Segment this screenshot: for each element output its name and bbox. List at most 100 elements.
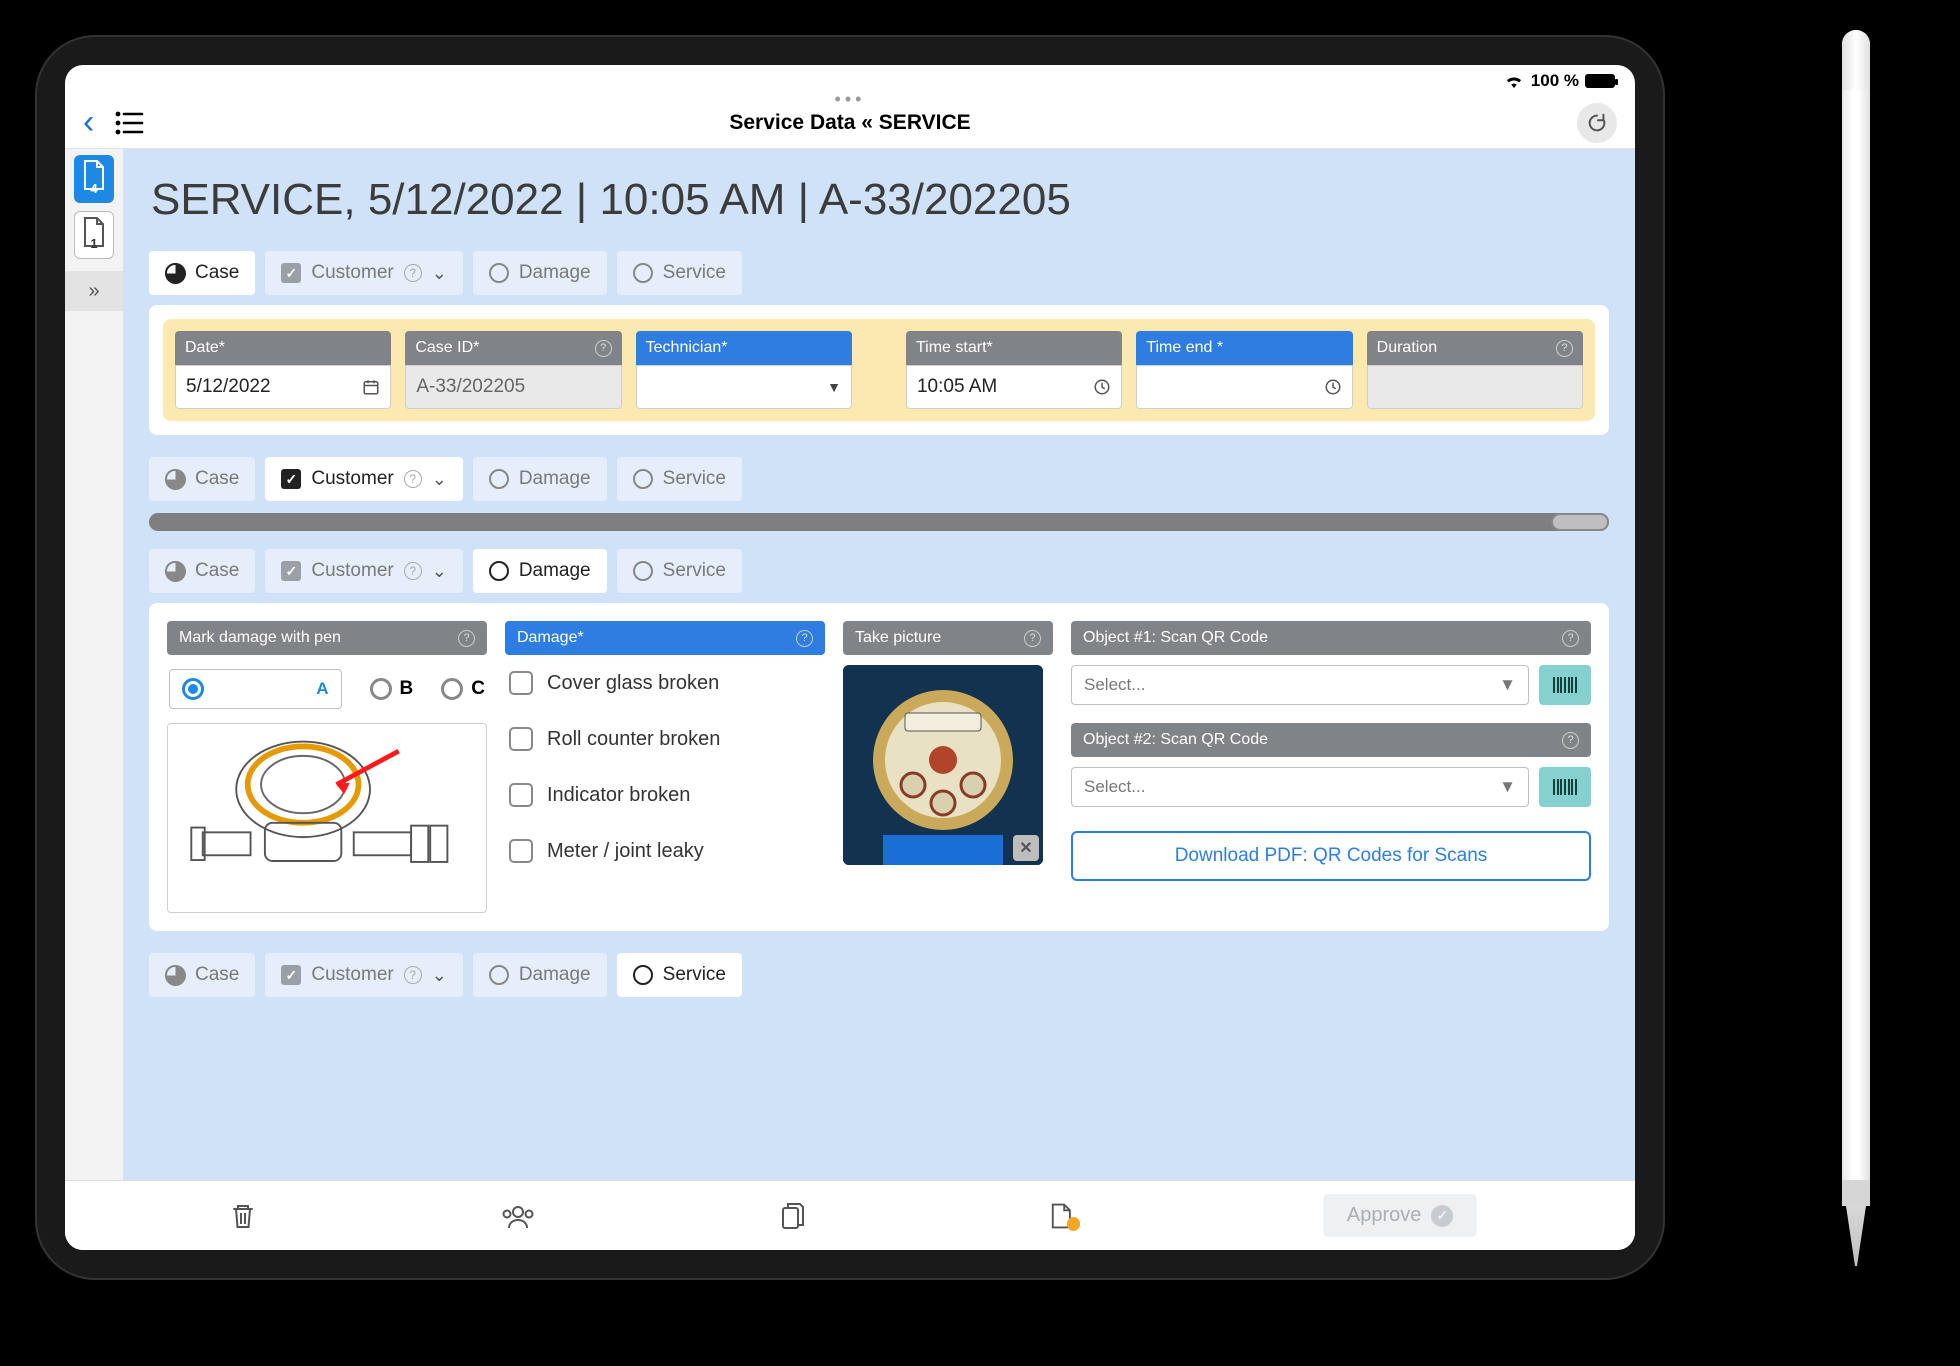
circle-icon bbox=[633, 469, 653, 489]
check-indicator[interactable]: Indicator broken bbox=[509, 783, 821, 807]
help-icon: ? bbox=[796, 630, 813, 647]
tab-service[interactable]: Service bbox=[617, 457, 742, 501]
circle-icon bbox=[489, 469, 509, 489]
field-label-date: Date* bbox=[175, 331, 391, 365]
input-time-end[interactable] bbox=[1136, 365, 1352, 409]
tab-case[interactable]: Case bbox=[149, 953, 255, 997]
checkbox-icon bbox=[509, 839, 533, 863]
help-icon: ? bbox=[595, 340, 612, 357]
chevron-down-icon: ⌄ bbox=[432, 561, 447, 582]
circle-icon bbox=[489, 561, 509, 581]
bottom-toolbar: Approve ✓ bbox=[65, 1180, 1635, 1250]
radio-a[interactable]: A bbox=[169, 669, 342, 709]
meter-photo-icon bbox=[843, 665, 1043, 865]
field-label-duration: Duration? bbox=[1367, 331, 1583, 365]
radio-b[interactable]: B bbox=[370, 669, 414, 709]
dropdown-icon: ▼ bbox=[1499, 675, 1516, 695]
progress-icon bbox=[165, 561, 185, 581]
radio-c[interactable]: C bbox=[441, 669, 485, 709]
main-content: SERVICE, 5/12/2022 | 10:05 AM | A-33/202… bbox=[123, 149, 1635, 1250]
check-meter-leaky[interactable]: Meter / joint leaky bbox=[509, 839, 821, 863]
checkbox-icon bbox=[509, 727, 533, 751]
dropdown-icon: ▼ bbox=[1499, 777, 1516, 797]
select-scan-1[interactable]: Select...▼ bbox=[1071, 665, 1529, 705]
download-qr-pdf-button[interactable]: Download PDF: QR Codes for Scans bbox=[1071, 831, 1591, 881]
field-label-caseid: Case ID*? bbox=[405, 331, 621, 365]
tab-service[interactable]: Service bbox=[617, 953, 742, 997]
remove-photo-button[interactable]: ✕ bbox=[1013, 835, 1039, 861]
users-icon bbox=[501, 1203, 535, 1229]
page-title-rest: 5/12/2022 | 10:05 AM | A-33/202205 bbox=[356, 175, 1071, 224]
check-icon bbox=[281, 561, 301, 581]
share-users-button[interactable] bbox=[498, 1196, 538, 1236]
select-scan-2[interactable]: Select...▼ bbox=[1071, 767, 1529, 807]
dropdown-icon: ▼ bbox=[827, 379, 841, 395]
meter-diagram[interactable] bbox=[167, 723, 487, 913]
check-roll-counter[interactable]: Roll counter broken bbox=[509, 727, 821, 751]
select-technician[interactable]: ▼ bbox=[636, 365, 852, 409]
check-icon bbox=[281, 263, 301, 283]
scrollbar-thumb[interactable] bbox=[1551, 513, 1609, 531]
tab-damage[interactable]: Damage bbox=[473, 953, 607, 997]
checkbox-icon bbox=[509, 671, 533, 695]
barcode-icon bbox=[1551, 674, 1579, 696]
battery-percentage: 100 % bbox=[1531, 71, 1579, 91]
delete-button[interactable] bbox=[223, 1196, 263, 1236]
help-icon: ? bbox=[458, 630, 475, 647]
check-icon bbox=[281, 965, 301, 985]
clock-icon bbox=[1324, 378, 1342, 396]
copy-icon bbox=[780, 1201, 806, 1231]
tab-damage[interactable]: Damage bbox=[473, 457, 607, 501]
tab-customer[interactable]: Customer?⌄ bbox=[265, 953, 462, 997]
water-meter-icon bbox=[176, 732, 478, 904]
check-cover-glass[interactable]: Cover glass broken bbox=[509, 671, 821, 695]
horizontal-scrollbar[interactable] bbox=[149, 513, 1609, 531]
checkbox-icon bbox=[509, 783, 533, 807]
side-expand-button[interactable]: » bbox=[65, 271, 123, 311]
help-icon: ? bbox=[404, 470, 422, 488]
mark-radio-group: A B C bbox=[169, 669, 485, 709]
wifi-icon bbox=[1503, 73, 1525, 89]
circle-icon bbox=[489, 965, 509, 985]
check-circle-icon: ✓ bbox=[1431, 1205, 1453, 1227]
progress-icon bbox=[165, 469, 185, 489]
help-icon: ? bbox=[404, 562, 422, 580]
tab-service[interactable]: Service bbox=[617, 251, 742, 295]
tab-label: Damage bbox=[519, 468, 591, 490]
tab-case[interactable]: Case bbox=[149, 549, 255, 593]
approve-button[interactable]: Approve ✓ bbox=[1323, 1194, 1478, 1237]
tab-customer[interactable]: Customer?⌄ bbox=[265, 251, 462, 295]
input-caseid: A-33/202205 bbox=[405, 365, 621, 409]
input-date[interactable]: 5/12/2022 bbox=[175, 365, 391, 409]
qr-scan-button-2[interactable] bbox=[1539, 767, 1591, 807]
approve-label: Approve bbox=[1347, 1204, 1422, 1227]
field-label-technician: Technician* bbox=[636, 331, 852, 365]
photo-thumbnail[interactable]: ✕ bbox=[843, 665, 1043, 865]
circle-icon bbox=[633, 561, 653, 581]
radio-icon bbox=[370, 678, 392, 700]
tab-label: Service bbox=[663, 468, 726, 490]
tab-label: Case bbox=[195, 964, 239, 986]
input-time-start[interactable]: 10:05 AM bbox=[906, 365, 1122, 409]
tab-customer[interactable]: Customer?⌄ bbox=[265, 457, 462, 501]
tab-damage[interactable]: Damage bbox=[473, 251, 607, 295]
battery-icon bbox=[1585, 74, 1615, 88]
case-field-row: Date* 5/12/2022 Case ID*? A-33/202205 Te bbox=[163, 319, 1595, 421]
tab-service[interactable]: Service bbox=[617, 549, 742, 593]
side-doc-active[interactable]: 4 bbox=[74, 155, 114, 203]
qr-scan-button-1[interactable] bbox=[1539, 665, 1591, 705]
help-icon: ? bbox=[404, 264, 422, 282]
tab-damage[interactable]: Damage bbox=[473, 549, 607, 593]
tab-customer[interactable]: Customer?⌄ bbox=[265, 549, 462, 593]
tab-label: Case bbox=[195, 468, 239, 490]
field-label-time-end: Time end * bbox=[1136, 331, 1352, 365]
side-doc-badge-2: 1 bbox=[90, 236, 97, 251]
doc-status-button[interactable] bbox=[1048, 1196, 1088, 1236]
chevron-down-icon: ⌄ bbox=[432, 965, 447, 986]
tabstrip-case: Case Customer?⌄ Damage Service bbox=[149, 251, 1609, 295]
chevron-down-icon: ⌄ bbox=[432, 469, 447, 490]
copy-button[interactable] bbox=[773, 1196, 813, 1236]
tab-case[interactable]: Case bbox=[149, 251, 255, 295]
side-doc-2[interactable]: 1 bbox=[74, 211, 114, 259]
tab-case[interactable]: Case bbox=[149, 457, 255, 501]
